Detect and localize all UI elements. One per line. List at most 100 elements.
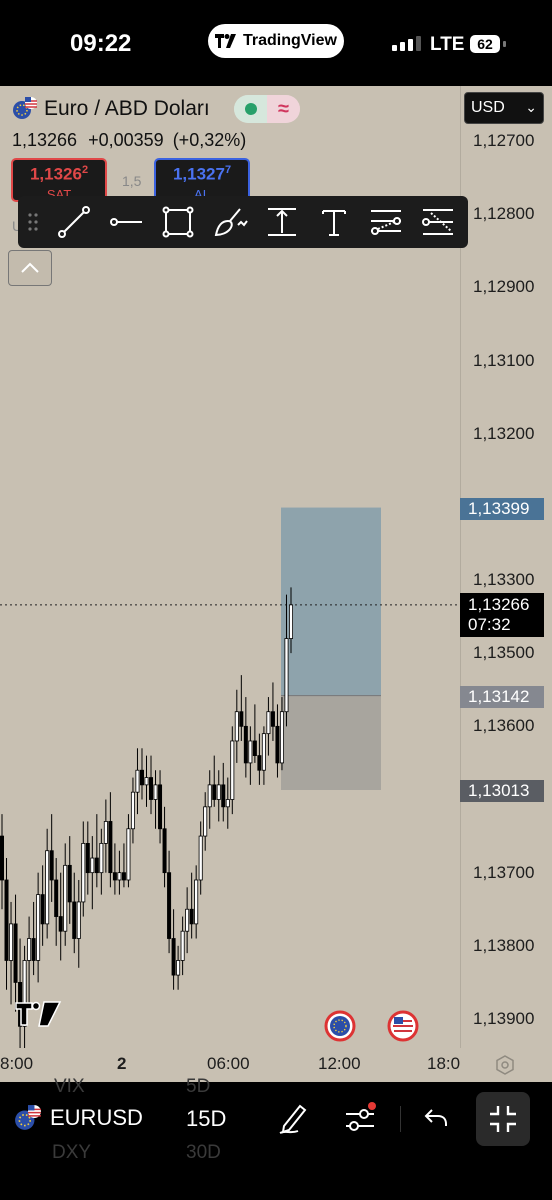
candle-body [266,711,271,735]
time-tick: 8:00 [0,1054,34,1073]
candle-body [234,711,239,742]
candle-body [252,740,257,757]
price-tick: 1,13600 [473,716,535,736]
status-bar: 09:22 TradingView LTE 62 [0,0,552,86]
bottom-toolbar: VIX 5D DXY 30D EURUSD 15D [0,1076,552,1200]
candle-body [257,755,262,771]
buy-price: 1,13277 [172,164,232,184]
horizontal-ray-icon[interactable] [100,196,152,248]
candle-body [221,784,226,808]
candle-body [72,901,77,939]
tradingview-logo-icon [215,34,237,48]
candle-body [207,784,212,808]
tradingview-pill[interactable]: TradingView [208,24,344,58]
indicators-settings-icon[interactable] [342,1100,378,1136]
candle-body [112,872,117,881]
axis-settings-icon[interactable] [494,1054,516,1076]
interval-button[interactable]: 15D [186,1106,226,1132]
price-tick: 1,13800 [473,935,535,955]
candle-body [76,901,81,939]
trend-line-icon[interactable] [48,196,100,248]
exit-fullscreen-button[interactable] [476,1092,530,1146]
symbol-switch-button[interactable]: EURUSD [14,1104,143,1132]
candle-body [40,894,45,925]
collapse-arrows-icon [490,1106,516,1132]
pen-draw-icon[interactable] [276,1100,310,1136]
current-price-value: 1,13266 [468,595,530,614]
candle-body [279,711,284,764]
price-axis[interactable]: 1,13900 1,13800 1,13700 1,13600 1,13500 1,133… [460,86,552,1048]
candle-body [203,806,208,837]
position-tool-icon[interactable] [412,196,464,248]
collapse-button[interactable] [8,250,52,286]
ghost-interval-30d: 30D [186,1142,221,1163]
delayed-data-icon: ≈ [267,95,300,123]
candle-body [13,923,18,983]
price-tick: 1,12800 [473,204,535,224]
candle-body [185,908,190,932]
entry-price-label: 1,13142 [460,686,544,708]
time-tick: 18:0 [427,1054,461,1073]
drawing-toolbar [18,196,468,248]
spread-value: 1,5 [122,173,142,189]
candle-body [45,850,50,925]
brush-icon[interactable] [204,196,256,248]
candle-body [9,923,14,961]
candle-body [167,872,172,939]
clock: 09:22 [70,30,132,57]
candle-body [162,828,167,874]
market-status-pill[interactable]: ≈ [234,95,300,123]
eu-us-flags-icon [15,1105,41,1130]
last-price: 1,13266 [12,130,78,150]
current-price-label: 1,13266 07:32 [460,593,544,637]
fib-retracement-icon[interactable] [360,196,412,248]
candle-body [4,879,9,961]
symbol-header[interactable]: Euro / ABD Doları [12,94,210,124]
rectangle-icon[interactable] [152,196,204,248]
time-tick: 12:00 [318,1054,361,1073]
currency-select[interactable]: USD ⌄ [464,92,544,124]
time-tick: 2 [117,1054,127,1073]
candle-body [189,908,194,925]
price-tick: 1,13500 [473,643,535,663]
candle-body [85,843,90,874]
candle-body [261,733,266,771]
candle-body [176,960,181,976]
candle-body [153,784,158,800]
candle-body [225,799,230,808]
candle-body [121,872,126,881]
undo-icon[interactable] [422,1102,452,1134]
toolbar-divider [400,1106,401,1132]
candle-body [139,769,144,786]
network-type: LTE [430,34,465,55]
candle-body [63,864,68,932]
position-target-zone [281,507,381,696]
candle-body [158,784,163,830]
time-tick: 06:00 [207,1054,250,1073]
bar-countdown: 07:32 [468,615,511,634]
candle-body [275,725,280,764]
price-change-row: 1,13266 +0,00359 (+0,32%) [12,130,246,151]
currency-select-value: USD [471,99,505,116]
drag-handle-icon[interactable] [18,196,48,248]
candle-body [103,821,108,844]
symbol-label: EURUSD [50,1105,143,1130]
candle-body [212,784,217,800]
candle-body [94,857,99,874]
candle-body [99,843,104,874]
candle-body [54,879,59,917]
candle-body [117,872,122,881]
eu-us-flags-icon [13,97,37,119]
candle-body [108,821,113,874]
candle-body [135,769,140,793]
eu-event-flag-icon[interactable] [324,1010,356,1042]
market-open-indicator [234,95,267,123]
us-event-flag-icon[interactable] [387,1010,419,1042]
market-open-dot-icon [245,103,257,115]
price-range-icon[interactable] [256,196,308,248]
text-icon[interactable] [308,196,360,248]
candle-body [126,828,131,881]
candle-body [144,777,149,786]
price-tick: 1,12700 [473,131,535,150]
chevron-up-icon [21,262,39,273]
